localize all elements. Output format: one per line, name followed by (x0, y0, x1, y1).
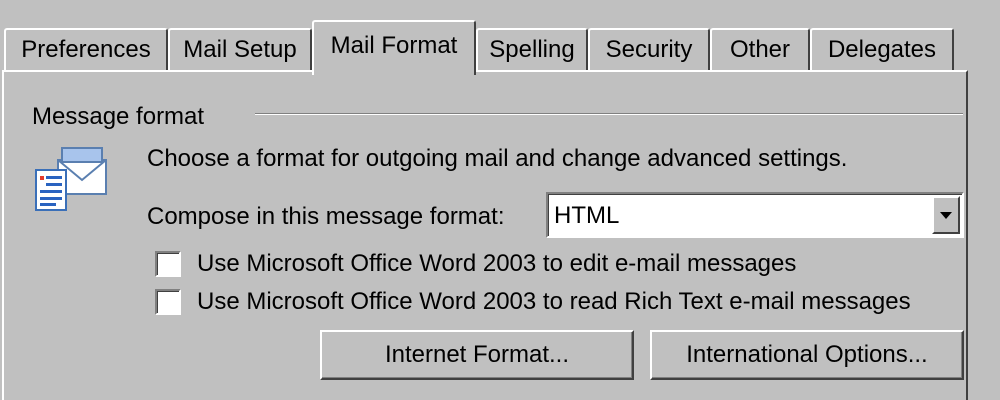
word-read-option[interactable]: Use Microsoft Office Word 2003 to read R… (155, 288, 911, 316)
compose-format-select[interactable]: HTML (546, 192, 964, 238)
tab-mail-format[interactable]: Mail Format (312, 20, 476, 75)
tab-mail-setup[interactable]: Mail Setup (168, 28, 312, 70)
tab-security[interactable]: Security (588, 28, 710, 70)
tab-delegates[interactable]: Delegates (810, 28, 954, 70)
chevron-down-icon (940, 211, 952, 219)
international-options-button[interactable]: International Options... (650, 330, 964, 380)
word-read-label: Use Microsoft Office Word 2003 to read R… (197, 288, 911, 315)
tab-other[interactable]: Other (710, 28, 810, 70)
tab-preferences[interactable]: Preferences (4, 28, 168, 70)
group-title: Message format (32, 103, 205, 130)
group-divider (255, 113, 963, 115)
options-tab-strip: Preferences Mail Setup Mail Format Spell… (0, 0, 1000, 75)
word-edit-label: Use Microsoft Office Word 2003 to edit e… (197, 250, 797, 277)
message-format-envelope-icon (30, 140, 110, 212)
internet-format-button[interactable]: Internet Format... (320, 330, 634, 380)
tab-label: Other (729, 36, 791, 63)
word-edit-checkbox[interactable] (155, 251, 181, 277)
international-options-label: International Options... (686, 341, 928, 368)
dropdown-button[interactable] (932, 196, 960, 234)
tab-label: Security (605, 36, 693, 63)
compose-format-label: Compose in this message format: (147, 203, 505, 230)
format-description: Choose a format for outgoing mail and ch… (147, 145, 848, 172)
compose-format-value: HTML (554, 202, 620, 229)
word-edit-option[interactable]: Use Microsoft Office Word 2003 to edit e… (155, 250, 796, 278)
tab-label: Delegates (827, 36, 937, 63)
tab-label: Mail Setup (183, 36, 297, 63)
tab-label: Mail Format (330, 32, 458, 59)
internet-format-label: Internet Format... (384, 341, 570, 368)
tab-spelling[interactable]: Spelling (476, 28, 588, 70)
word-read-checkbox[interactable] (155, 289, 181, 315)
tab-label: Spelling (489, 36, 575, 63)
tab-label: Preferences (21, 36, 151, 63)
